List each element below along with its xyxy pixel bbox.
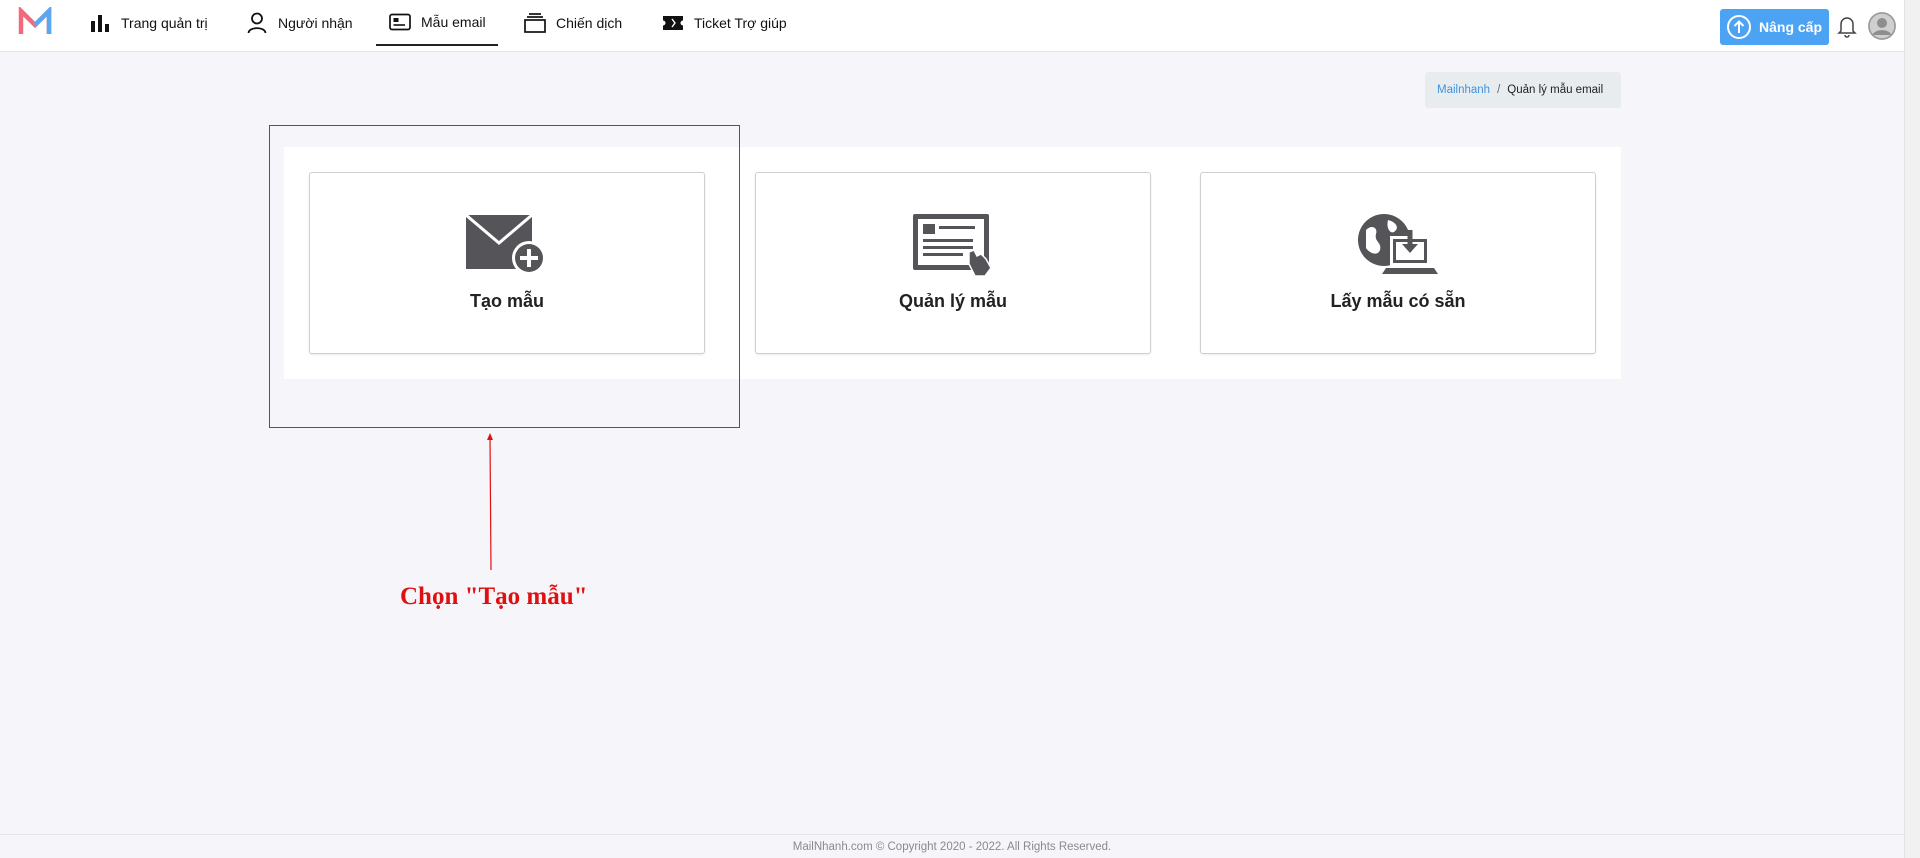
card-label: Lấy mẫu có sẵn bbox=[1330, 291, 1466, 311]
user-avatar-icon bbox=[1868, 12, 1896, 40]
footer: MailNhanh.com © Copyright 2020 - 2022. A… bbox=[0, 834, 1904, 858]
template-manage-icon bbox=[911, 211, 995, 279]
breadcrumb-home-link[interactable]: Mailnhanh bbox=[1437, 84, 1490, 96]
card-label: Quản lý mẫu bbox=[898, 291, 1008, 311]
annotation-text: Chọn "Tạo mẫu" bbox=[400, 583, 588, 610]
email-template-icon bbox=[389, 11, 411, 33]
top-navbar: Trang quản trị Người nhận Mẫu email Chiế… bbox=[0, 0, 1904, 52]
nav-item-dashboard[interactable]: Trang quản trị bbox=[89, 0, 208, 46]
avatar[interactable] bbox=[1868, 12, 1896, 40]
nav-label: Chiến dịch bbox=[556, 15, 623, 31]
globe-download-icon bbox=[1356, 211, 1440, 279]
nav-item-support-ticket[interactable]: Ticket Trợ giúp bbox=[662, 0, 787, 46]
breadcrumb-separator: / bbox=[1497, 84, 1501, 96]
stack-icon bbox=[524, 12, 546, 34]
nav-item-campaigns[interactable]: Chiến dịch bbox=[524, 0, 622, 46]
nav-label: Trang quản trị bbox=[121, 15, 208, 31]
nav-label: Người nhận bbox=[278, 15, 353, 31]
annotation-arrow-icon bbox=[487, 433, 493, 571]
page-scrollbar[interactable] bbox=[1904, 0, 1920, 858]
breadcrumb-current: Quản lý mẫu email bbox=[1507, 84, 1604, 96]
bar-chart-icon bbox=[89, 12, 111, 34]
get-available-templates-card[interactable]: Lấy mẫu có sẵn bbox=[1200, 172, 1596, 354]
manage-templates-card[interactable]: Quản lý mẫu bbox=[755, 172, 1151, 354]
copyright-text: MailNhanh.com © Copyright 2020 - 2022. A… bbox=[792, 840, 1112, 853]
mailnhanh-logo-icon[interactable] bbox=[18, 7, 52, 37]
annotation-highlight-box bbox=[269, 125, 740, 428]
ticket-icon bbox=[662, 12, 684, 34]
arrow-up-circle-icon bbox=[1727, 15, 1751, 39]
breadcrumb: Mailnhanh / Quản lý mẫu email bbox=[1425, 72, 1621, 108]
upgrade-label: Nâng cấp bbox=[1759, 19, 1823, 35]
bell-icon[interactable] bbox=[1836, 14, 1858, 38]
user-icon bbox=[246, 12, 268, 34]
nav-item-email-templates[interactable]: Mẫu email bbox=[376, 0, 498, 46]
nav-item-recipients[interactable]: Người nhận bbox=[246, 0, 353, 46]
nav-label: Ticket Trợ giúp bbox=[694, 15, 787, 31]
nav-label: Mẫu email bbox=[421, 14, 486, 30]
upgrade-button[interactable]: Nâng cấp bbox=[1720, 9, 1829, 45]
